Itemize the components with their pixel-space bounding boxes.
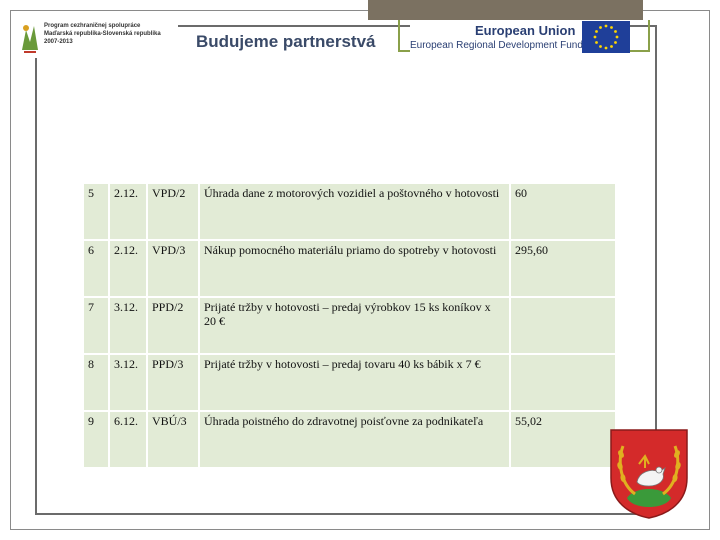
row-date: 6.12.: [110, 412, 146, 467]
row-description: Úhrada dane z motorových vozidiel a pošt…: [200, 184, 509, 239]
row-description: Nákup pomocného materiálu priamo do spot…: [200, 241, 509, 296]
row-document: PPD/2: [148, 298, 198, 353]
transactions-table: 5 2.12. VPD/2 Úhrada dane z motorových v…: [82, 182, 617, 469]
eu-flag-icon: [582, 21, 630, 53]
row-date: 3.12.: [110, 355, 146, 410]
row-description: Úhrada poistného do zdravotnej poisťovne…: [200, 412, 509, 467]
program-logo-icon: [22, 25, 38, 53]
eu-title: European Union: [475, 23, 576, 38]
row-document: VPD/3: [148, 241, 198, 296]
row-number: 9: [84, 412, 108, 467]
row-description: Prijaté tržby v hotovosti – predaj výrob…: [200, 298, 509, 353]
program-line-1: Program cezhraničnej spolupráce: [44, 23, 141, 29]
program-line-3: 2007-2013: [44, 39, 73, 45]
table-row: 8 3.12. PPD/3 Prijaté tržby v hotovosti …: [84, 355, 615, 410]
row-amount: [511, 355, 615, 410]
row-amount: 55,02: [511, 412, 615, 467]
row-number: 8: [84, 355, 108, 410]
row-number: 7: [84, 298, 108, 353]
row-document: VPD/2: [148, 184, 198, 239]
row-amount: 295,60: [511, 241, 615, 296]
slogan: Budujeme partnerstvá: [196, 32, 376, 51]
coat-of-arms-icon: [610, 429, 688, 519]
eu-subtitle: European Regional Development Fund: [410, 40, 583, 51]
table-row: 5 2.12. VPD/2 Úhrada dane z motorových v…: [84, 184, 615, 239]
row-date: 2.12.: [110, 184, 146, 239]
row-number: 5: [84, 184, 108, 239]
corner-decoration-dark: [368, 0, 643, 20]
program-logo: Program cezhraničnej spolupráce Maďarská…: [18, 20, 178, 58]
row-date: 3.12.: [110, 298, 146, 353]
table-row: 7 3.12. PPD/2 Prijaté tržby v hotovosti …: [84, 298, 615, 353]
row-date: 2.12.: [110, 241, 146, 296]
program-line-2: Maďarská republika-Slovenská republika: [44, 31, 161, 37]
row-amount: [511, 298, 615, 353]
row-document: PPD/3: [148, 355, 198, 410]
row-description: Prijaté tržby v hotovosti – predaj tovar…: [200, 355, 509, 410]
row-number: 6: [84, 241, 108, 296]
eu-logo: European Union European Regional Develop…: [410, 21, 630, 53]
program-name: Program cezhraničnej spolupráce Maďarská…: [44, 22, 161, 46]
row-amount: 60: [511, 184, 615, 239]
table-row: 6 2.12. VPD/3 Nákup pomocného materiálu …: [84, 241, 615, 296]
row-document: VBÚ/3: [148, 412, 198, 467]
table-row: 9 6.12. VBÚ/3 Úhrada poistného do zdravo…: [84, 412, 615, 467]
